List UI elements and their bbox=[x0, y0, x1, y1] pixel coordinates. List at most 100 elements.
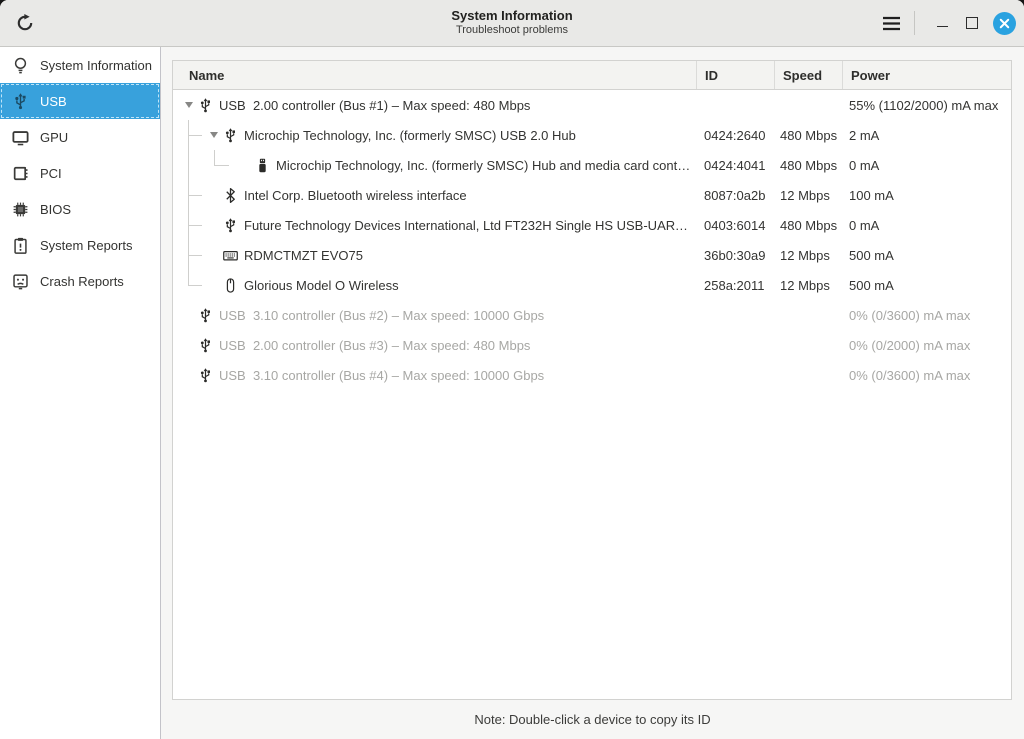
titlebar: System Information Troubleshoot problems bbox=[0, 0, 1024, 47]
usb-icon bbox=[197, 307, 213, 323]
device-row[interactable]: USB 2.00 controller (Bus #1) – Max speed… bbox=[173, 90, 1011, 120]
device-row[interactable]: RDMCTMZT EVO75 36b0:30a9 12 Mbps 500 mA bbox=[173, 240, 1011, 270]
device-table: Name ID Speed Power USB 2.00 controller … bbox=[172, 60, 1012, 700]
maximize-button[interactable] bbox=[959, 10, 985, 36]
device-name: USB 2.00 controller (Bus #1) – Max speed… bbox=[219, 97, 531, 113]
minimize-icon bbox=[936, 25, 948, 27]
device-name-cell: Intel Corp. Bluetooth wireless interface bbox=[173, 180, 697, 210]
device-id: 36b0:30a9 bbox=[704, 247, 766, 263]
refresh-icon bbox=[17, 14, 33, 31]
device-power: 0% (0/3600) mA max bbox=[849, 307, 971, 323]
minimize-button[interactable] bbox=[929, 10, 955, 36]
device-row[interactable]: Intel Corp. Bluetooth wireless interface… bbox=[173, 180, 1011, 210]
maximize-icon bbox=[966, 17, 978, 29]
window-title: System Information bbox=[451, 8, 573, 24]
sidebar-item-system-reports[interactable]: System Reports bbox=[0, 227, 160, 263]
device-row[interactable]: USB 3.10 controller (Bus #4) – Max speed… bbox=[173, 360, 1011, 390]
usb-icon bbox=[222, 217, 238, 233]
window-subtitle: Troubleshoot problems bbox=[455, 24, 569, 37]
device-speed: 480 Mbps bbox=[780, 217, 838, 233]
close-icon bbox=[999, 18, 1010, 28]
usb-icon bbox=[197, 97, 213, 113]
tree-connector-line bbox=[189, 195, 202, 196]
expander-arrow bbox=[206, 270, 222, 300]
main-pane: Name ID Speed Power USB 2.00 controller … bbox=[161, 47, 1024, 739]
expander-arrow[interactable] bbox=[206, 120, 222, 150]
device-speed bbox=[775, 90, 843, 120]
content-area: System Information USB GPU PCI BIOS Syst… bbox=[0, 47, 1024, 739]
device-row[interactable]: USB 3.10 controller (Bus #2) – Max speed… bbox=[173, 300, 1011, 330]
tree-connector-line bbox=[188, 270, 189, 286]
expander-arrow bbox=[206, 210, 222, 240]
device-name-cell: USB 3.10 controller (Bus #4) – Max speed… bbox=[173, 360, 697, 390]
column-header-name[interactable]: Name bbox=[173, 61, 697, 89]
device-name-cell: USB 2.00 controller (Bus #3) – Max speed… bbox=[173, 330, 697, 360]
hamburger-menu-icon bbox=[882, 16, 900, 30]
device-name-cell: Future Technology Devices International,… bbox=[173, 210, 697, 240]
usb-icon bbox=[197, 337, 213, 353]
usb-icon bbox=[222, 127, 238, 143]
device-row[interactable]: Future Technology Devices International,… bbox=[173, 210, 1011, 240]
tree-connector-line bbox=[189, 135, 202, 136]
device-name: Microchip Technology, Inc. (formerly SMS… bbox=[276, 157, 691, 173]
column-header-speed[interactable]: Speed bbox=[775, 61, 843, 89]
tree-connector-line bbox=[189, 225, 202, 226]
device-name: USB 2.00 controller (Bus #3) – Max speed… bbox=[219, 337, 531, 353]
tree-connector-line bbox=[215, 165, 229, 166]
device-name-cell: USB 2.00 controller (Bus #1) – Max speed… bbox=[173, 90, 697, 120]
device-id bbox=[697, 360, 775, 390]
device-name: USB 3.10 controller (Bus #2) – Max speed… bbox=[219, 307, 545, 323]
column-header-power[interactable]: Power bbox=[843, 61, 1011, 89]
sidebar-item-gpu[interactable]: GPU bbox=[0, 119, 160, 155]
device-name-cell: Glorious Model O Wireless bbox=[173, 270, 697, 300]
usb-icon bbox=[197, 367, 213, 383]
table-header: Name ID Speed Power bbox=[173, 61, 1011, 90]
tree-connector-line bbox=[214, 150, 215, 166]
column-header-id[interactable]: ID bbox=[697, 61, 775, 89]
tree-connector-line bbox=[188, 240, 189, 270]
sidebar-item-usb[interactable]: USB bbox=[0, 83, 160, 119]
device-speed: 480 Mbps bbox=[780, 157, 838, 173]
device-speed bbox=[775, 300, 843, 330]
expander-arrow[interactable] bbox=[181, 90, 197, 120]
usb-icon bbox=[12, 92, 29, 110]
device-row[interactable]: Microchip Technology, Inc. (formerly SMS… bbox=[173, 150, 1011, 180]
expander-arrow bbox=[206, 240, 222, 270]
device-name-cell: RDMCTMZT EVO75 bbox=[173, 240, 697, 270]
close-button[interactable] bbox=[993, 11, 1016, 35]
sidebar-item-system-information[interactable]: System Information bbox=[0, 47, 160, 83]
device-row[interactable]: Glorious Model O Wireless 258a:2011 12 M… bbox=[173, 270, 1011, 300]
chip-icon bbox=[12, 201, 29, 218]
device-power: 0% (0/2000) mA max bbox=[849, 337, 971, 353]
tree-connector-line bbox=[189, 285, 202, 286]
device-speed: 480 Mbps bbox=[780, 127, 838, 143]
hamburger-menu-button[interactable] bbox=[876, 8, 906, 38]
device-power: 0% (0/3600) mA max bbox=[849, 367, 971, 383]
device-power: 2 mA bbox=[849, 127, 880, 143]
device-power: 55% (1102/2000) mA max bbox=[849, 97, 999, 113]
expander-arrow bbox=[181, 300, 197, 330]
device-id: 0403:6014 bbox=[704, 217, 766, 233]
device-name: Intel Corp. Bluetooth wireless interface bbox=[244, 187, 467, 203]
controls-separator bbox=[914, 11, 915, 35]
device-name: USB 3.10 controller (Bus #4) – Max speed… bbox=[219, 367, 545, 383]
device-speed: 12 Mbps bbox=[780, 247, 830, 263]
device-power: 0 mA bbox=[849, 157, 880, 173]
device-id bbox=[697, 330, 775, 360]
sidebar-item-pci[interactable]: PCI bbox=[0, 155, 160, 191]
expander-arrow bbox=[238, 150, 254, 180]
display-icon bbox=[12, 129, 29, 146]
device-name: RDMCTMZT EVO75 bbox=[244, 247, 363, 263]
usb-stick-icon bbox=[254, 157, 270, 173]
title-block: System Information Troubleshoot problems bbox=[451, 8, 573, 37]
sidebar-item-bios[interactable]: BIOS bbox=[0, 191, 160, 227]
lightbulb-icon bbox=[12, 57, 29, 74]
device-name-cell: Microchip Technology, Inc. (formerly SMS… bbox=[173, 150, 697, 180]
sidebar-item-crash-reports[interactable]: Crash Reports bbox=[0, 263, 160, 299]
tree-connector-line bbox=[188, 150, 189, 180]
device-row[interactable]: USB 2.00 controller (Bus #3) – Max speed… bbox=[173, 330, 1011, 360]
device-id: 8087:0a2b bbox=[704, 187, 766, 203]
device-speed: 12 Mbps bbox=[780, 277, 830, 293]
refresh-button[interactable] bbox=[13, 11, 37, 35]
device-row[interactable]: Microchip Technology, Inc. (formerly SMS… bbox=[173, 120, 1011, 150]
